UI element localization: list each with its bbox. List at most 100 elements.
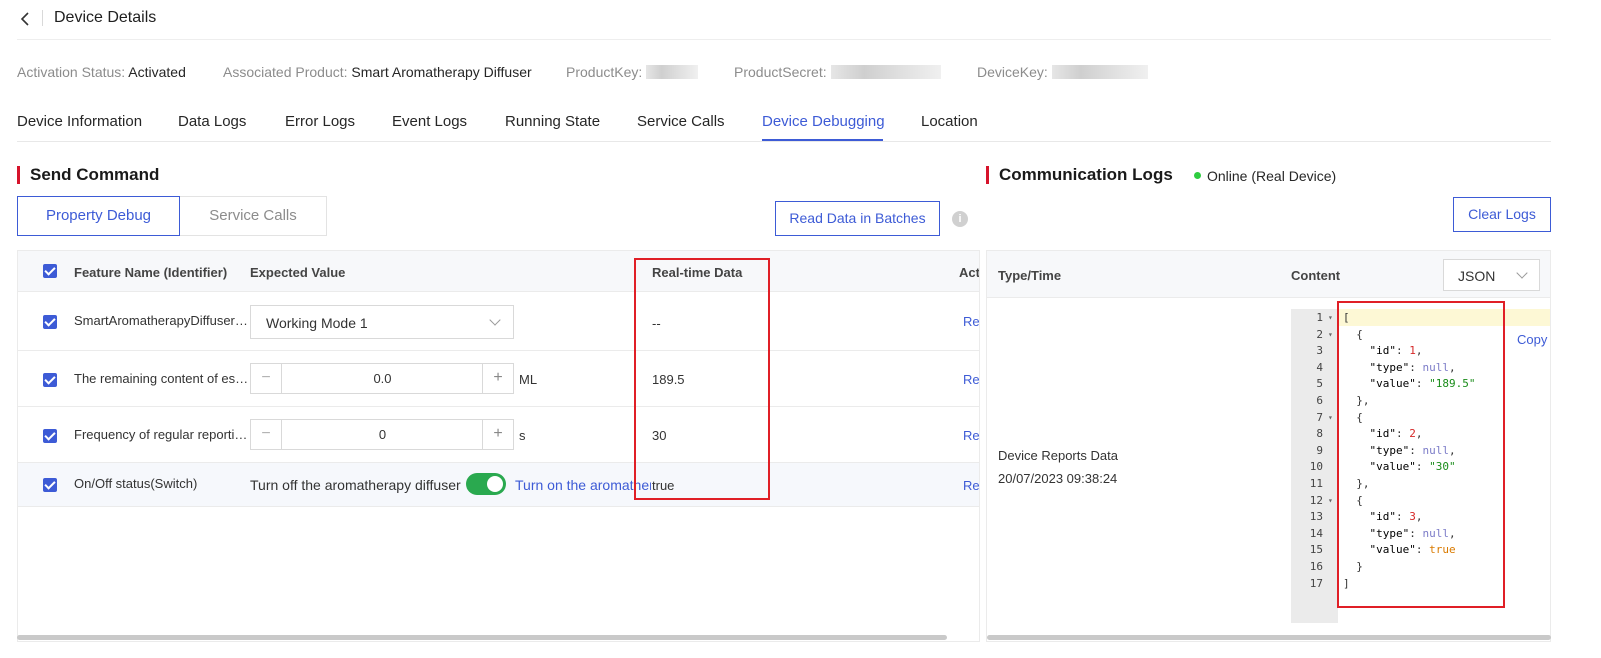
real-time-value: true — [652, 478, 675, 493]
code-line-text: "id": 1, — [1369, 344, 1423, 358]
remaining-content-input[interactable] — [283, 364, 482, 393]
chevron-down-icon — [489, 314, 501, 326]
activation-status-value: Activated — [128, 64, 186, 80]
column-content: Content — [1291, 268, 1341, 283]
column-real-time-data: Real-time Data — [652, 265, 743, 280]
tabs-rule — [17, 141, 1551, 142]
top-bar: Device Details — [0, 0, 1601, 40]
chevron-down-icon — [1516, 267, 1528, 279]
remaining-content-stepper[interactable]: − + — [250, 363, 514, 394]
product-secret: ProductSecret: — [734, 64, 941, 80]
code-line-number: 15 — [1309, 543, 1323, 557]
code-line-number: 5 — [1316, 377, 1323, 391]
select-all-checkbox[interactable] — [43, 264, 57, 278]
code-line-number: 7 — [1316, 410, 1323, 424]
device-key-masked-value — [1051, 65, 1148, 79]
unit-label: s — [519, 428, 526, 443]
row-checkbox[interactable] — [43, 373, 57, 387]
read-action-link[interactable]: Re — [963, 314, 979, 329]
read-data-in-batches-button[interactable]: Read Data in Batches — [775, 201, 940, 236]
fold-toggle-icon[interactable]: ▾ — [1328, 492, 1333, 509]
tab-running-state[interactable]: Running State — [505, 113, 600, 130]
header-rule — [17, 39, 1551, 40]
row-checkbox[interactable] — [43, 315, 57, 329]
format-select[interactable]: JSON — [1443, 259, 1540, 291]
horizontal-scrollbar[interactable] — [17, 635, 947, 640]
code-line-number: 12 — [1309, 493, 1323, 507]
table-row: Frequency of regular reporti… − + s 30 R… — [18, 407, 979, 463]
tab-service-calls[interactable]: Service Calls — [637, 113, 725, 130]
copy-button[interactable]: Copy — [1517, 332, 1547, 347]
online-status-dot — [1194, 172, 1201, 179]
format-select-value: JSON — [1458, 268, 1496, 284]
device-key-label: DeviceKey: — [977, 64, 1048, 80]
increment-button[interactable]: + — [482, 420, 513, 449]
table-row: On/Off status(Switch) Turn off the aroma… — [18, 463, 979, 507]
decrement-button[interactable]: − — [251, 420, 282, 449]
property-debug-tab[interactable]: Property Debug — [17, 196, 180, 236]
fold-toggle-icon[interactable]: ▾ — [1328, 326, 1333, 343]
real-time-value: 189.5 — [652, 372, 685, 387]
code-line-text: }, — [1343, 477, 1370, 490]
reporting-frequency-input[interactable] — [283, 420, 482, 449]
logs-table-header: Type/Time Content JSON — [987, 251, 1550, 298]
clear-logs-button[interactable]: Clear Logs — [1453, 197, 1551, 232]
code-line-text: { — [1343, 327, 1363, 341]
code-line-text: "type": null, — [1369, 443, 1456, 457]
logs-horizontal-scrollbar[interactable] — [987, 635, 1551, 640]
info-icon[interactable]: i — [952, 211, 968, 227]
tab-data-logs[interactable]: Data Logs — [178, 113, 246, 130]
feature-name: SmartAromatherapyDiffuser… — [74, 313, 248, 328]
working-mode-select-value: Working Mode 1 — [266, 315, 368, 331]
code-line-number: 2 — [1316, 327, 1323, 341]
code-line-number: 11 — [1309, 477, 1323, 490]
reporting-frequency-stepper[interactable]: − + — [250, 419, 514, 450]
real-time-value: 30 — [652, 428, 667, 443]
service-calls-mode-tab[interactable]: Service Calls — [180, 196, 327, 236]
code-line-text: "value": "189.5" — [1369, 377, 1476, 391]
send-command-title: Send Command — [30, 165, 160, 184]
switch-on-label: Turn on the aromather — [515, 477, 651, 493]
read-action-link[interactable]: Re — [963, 428, 979, 443]
decrement-button[interactable]: − — [251, 364, 282, 393]
row-checkbox[interactable] — [43, 478, 57, 492]
increment-button[interactable]: + — [482, 364, 513, 393]
read-action-link[interactable]: Re — [963, 478, 979, 493]
log-entry-type: Device Reports Data — [998, 448, 1118, 463]
product-secret-label: ProductSecret: — [734, 64, 827, 80]
tab-event-logs[interactable]: Event Logs — [392, 113, 467, 130]
code-active-line — [1338, 309, 1550, 326]
code-line-number: 3 — [1316, 344, 1323, 358]
fold-toggle-icon[interactable]: ▾ — [1328, 409, 1333, 426]
feature-name: The remaining content of es… — [74, 371, 249, 386]
tab-device-information[interactable]: Device Information — [17, 113, 142, 130]
page-title: Device Details — [54, 9, 157, 26]
device-key: DeviceKey: — [977, 64, 1148, 80]
working-mode-select[interactable]: Working Mode 1 — [250, 305, 514, 339]
code-line-number: 4 — [1316, 360, 1323, 374]
activation-status: Activation Status: Activated — [17, 64, 186, 80]
real-time-value: -- — [652, 316, 661, 331]
fold-toggle-icon[interactable]: ▾ — [1328, 309, 1333, 326]
communication-logs-marker — [986, 166, 989, 184]
active-tab-indicator — [762, 139, 883, 141]
code-line-number: 17 — [1309, 576, 1323, 590]
code-line-number: 9 — [1316, 443, 1323, 457]
tab-location[interactable]: Location — [921, 113, 978, 130]
switch-off-label: Turn off the aromatherapy diffuser — [250, 477, 461, 493]
associated-product: Associated Product: Smart Aromatherapy D… — [223, 64, 532, 80]
column-expected-value: Expected Value — [250, 265, 346, 280]
table-row: The remaining content of es… − + ML 189.… — [18, 351, 979, 407]
associated-product-label: Associated Product: — [223, 64, 348, 80]
code-line-number: 14 — [1309, 526, 1323, 540]
header-divider — [42, 10, 43, 26]
feature-name: Frequency of regular reporti… — [74, 427, 248, 442]
tab-device-debugging[interactable]: Device Debugging — [762, 113, 885, 130]
row-checkbox[interactable] — [43, 429, 57, 443]
column-feature-name: Feature Name (Identifier) — [74, 265, 228, 280]
code-line-text: "type": null, — [1369, 360, 1456, 374]
tab-error-logs[interactable]: Error Logs — [285, 113, 355, 130]
back-arrow-icon[interactable] — [19, 10, 33, 28]
on-off-switch[interactable] — [466, 473, 506, 495]
read-action-link[interactable]: Re — [963, 372, 979, 387]
